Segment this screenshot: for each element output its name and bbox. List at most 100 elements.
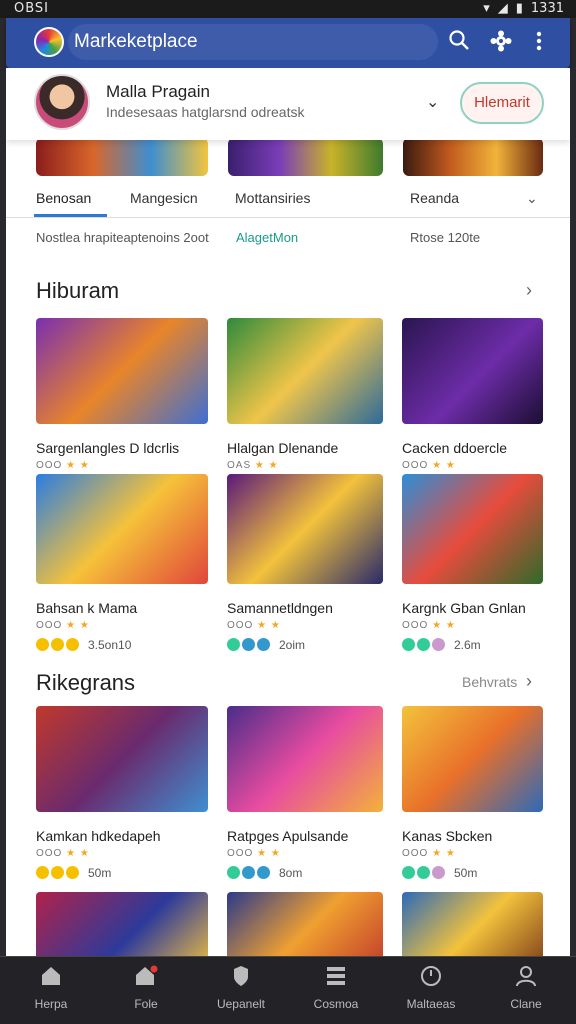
- avatar[interactable]: [34, 74, 90, 130]
- section-title-rikegrans: Rikegrans: [36, 670, 136, 695]
- game-subtitle: OOO ★ ★: [36, 848, 90, 859]
- game-thumbnail[interactable]: [227, 474, 383, 584]
- banner-thumb-rahsuan[interactable]: [403, 138, 543, 176]
- badge-dots: [36, 866, 79, 879]
- settings-gear-icon[interactable]: [488, 29, 514, 55]
- game-thumbnail[interactable]: [36, 474, 208, 584]
- tab-benosan[interactable]: Benosan: [36, 190, 91, 206]
- app-bar: Markeketplace: [6, 18, 570, 68]
- app-title: Markeketplace: [74, 31, 198, 52]
- chevron-down-icon[interactable]: ⌄: [426, 92, 439, 112]
- game-thumbnail[interactable]: [402, 706, 543, 812]
- chevron-right-icon[interactable]: ›: [526, 671, 532, 692]
- tab-reanda[interactable]: Reanda: [410, 190, 459, 206]
- section-see-all-link[interactable]: Behvrats: [462, 674, 517, 690]
- tab-bar: Benosan Mangesicn Mottansiries Reanda ⌄: [6, 180, 570, 218]
- home-icon: [6, 965, 96, 993]
- battery-icon: ▮: [515, 1, 523, 16]
- game-title[interactable]: Cacken ddoercle: [402, 440, 507, 456]
- badge-dots: [227, 866, 270, 879]
- game-title[interactable]: Samannetldngen: [227, 600, 333, 616]
- game-thumbnail[interactable]: [36, 892, 208, 956]
- search-icon[interactable]: [446, 29, 472, 55]
- game-thumbnail[interactable]: [227, 318, 383, 424]
- badge-dot-icon: [66, 866, 79, 879]
- rating-star-icon: ★ ★: [62, 848, 90, 859]
- game-meta: 2oim: [279, 638, 306, 652]
- status-time: 1331: [530, 1, 564, 16]
- rating-star-icon: ★ ★: [62, 620, 90, 631]
- rating-star-icon: ★ ★: [253, 620, 281, 631]
- game-thumbnail[interactable]: [402, 318, 543, 424]
- nav-item-shield[interactable]: Uepanelt: [196, 965, 286, 1011]
- nav-label: Uepanelt: [216, 997, 266, 1011]
- badge-dot-icon: [36, 866, 49, 879]
- bottom-nav: Herpa Fole Uepanelt Cosmoa Maltaeas Clan…: [0, 956, 576, 1024]
- nav-item-clock[interactable]: Maltaeas: [386, 965, 476, 1011]
- badge-dot-icon: [242, 638, 255, 651]
- game-subtitle: OOO ★ ★: [36, 620, 90, 631]
- game-title[interactable]: Kanas Sbcken: [402, 828, 492, 844]
- shield-icon: [196, 965, 286, 993]
- badge-dots: [227, 638, 270, 651]
- game-title[interactable]: Sargenlangles D ldcrlis: [36, 440, 179, 456]
- game-thumbnail[interactable]: [36, 706, 208, 812]
- badge-dot-icon: [51, 866, 64, 879]
- rating-star-icon: ★ ★: [428, 460, 456, 471]
- game-thumbnail[interactable]: [227, 706, 383, 812]
- profile-action-button[interactable]: Hlemarit: [460, 82, 544, 124]
- badge-dot-icon: [36, 638, 49, 651]
- info-link[interactable]: AlagetMon: [236, 230, 298, 245]
- profile-card[interactable]: Malla Pragain Indesesaas hatglarsnd odre…: [6, 68, 570, 140]
- status-left: OBSI: [14, 1, 50, 16]
- game-subtitle-text: OOO: [402, 848, 429, 859]
- game-thumbnail[interactable]: [227, 892, 383, 956]
- game-subtitle-text: OOO: [227, 620, 254, 631]
- status-bar: OBSI ▾ ◢ ▮ 1331: [0, 0, 576, 18]
- section-title-hiburam: Hiburam: [36, 278, 120, 303]
- badge-dot-icon: [257, 866, 270, 879]
- game-subtitle-text: OOO: [36, 460, 63, 471]
- game-title[interactable]: Kamkan hdkedapeh: [36, 828, 161, 844]
- tabs-chevron-down-icon[interactable]: ⌄: [526, 190, 538, 207]
- game-title[interactable]: Bahsan k Mama: [36, 600, 137, 616]
- game-subtitle: OOO ★ ★: [227, 620, 281, 631]
- rating-star-icon: ★ ★: [251, 460, 279, 471]
- game-meta: 50m: [88, 866, 112, 880]
- game-meta: 3.5on10: [88, 638, 132, 652]
- game-title[interactable]: Hlalgan Dlenande: [227, 440, 338, 456]
- rating-star-icon: ★ ★: [428, 620, 456, 631]
- info-right: Rtose 120te: [410, 230, 481, 245]
- game-thumbnail[interactable]: [402, 474, 543, 584]
- game-thumbnail[interactable]: [402, 892, 543, 956]
- main-content[interactable]: Malla Pragain Indesesaas hatglarsnd odre…: [6, 68, 570, 956]
- nav-item-store[interactable]: Fole: [101, 965, 191, 1011]
- info-left: Nostlea hrapiteaptenoins 2oot: [36, 230, 209, 245]
- nav-item-grid[interactable]: Cosmoa: [291, 965, 381, 1011]
- person-icon: [481, 965, 571, 993]
- badge-dot-icon: [242, 866, 255, 879]
- badge-dots: [36, 638, 79, 651]
- rating-star-icon: ★ ★: [428, 848, 456, 859]
- more-vert-icon[interactable]: [526, 29, 552, 55]
- badge-dot-icon: [417, 866, 430, 879]
- game-meta: 8om: [279, 866, 303, 880]
- game-thumbnail[interactable]: [36, 318, 208, 424]
- chevron-right-icon[interactable]: ›: [526, 280, 532, 301]
- game-subtitle: OOO ★ ★: [402, 848, 456, 859]
- game-subtitle-text: OOO: [402, 620, 429, 631]
- nav-label: Herpa: [34, 997, 68, 1011]
- tab-mangesicn[interactable]: Mangesicn: [130, 190, 198, 206]
- banner-thumb-nuina[interactable]: [228, 138, 383, 176]
- store-icon: [101, 965, 191, 993]
- badge-dot-icon: [227, 866, 240, 879]
- game-title[interactable]: Ratpges Apulsande: [227, 828, 348, 844]
- nav-item-person[interactable]: Clane: [481, 965, 571, 1011]
- rating-star-icon: ★ ★: [253, 848, 281, 859]
- rating-star-icon: ★ ★: [62, 460, 90, 471]
- banner-thumb-heroes[interactable]: [36, 138, 208, 176]
- tab-mottansiries[interactable]: Mottansiries: [235, 190, 310, 206]
- nav-item-home[interactable]: Herpa: [6, 965, 96, 1011]
- game-subtitle-text: OAS: [227, 460, 252, 471]
- game-title[interactable]: Kargnk Gban Gnlan: [402, 600, 526, 616]
